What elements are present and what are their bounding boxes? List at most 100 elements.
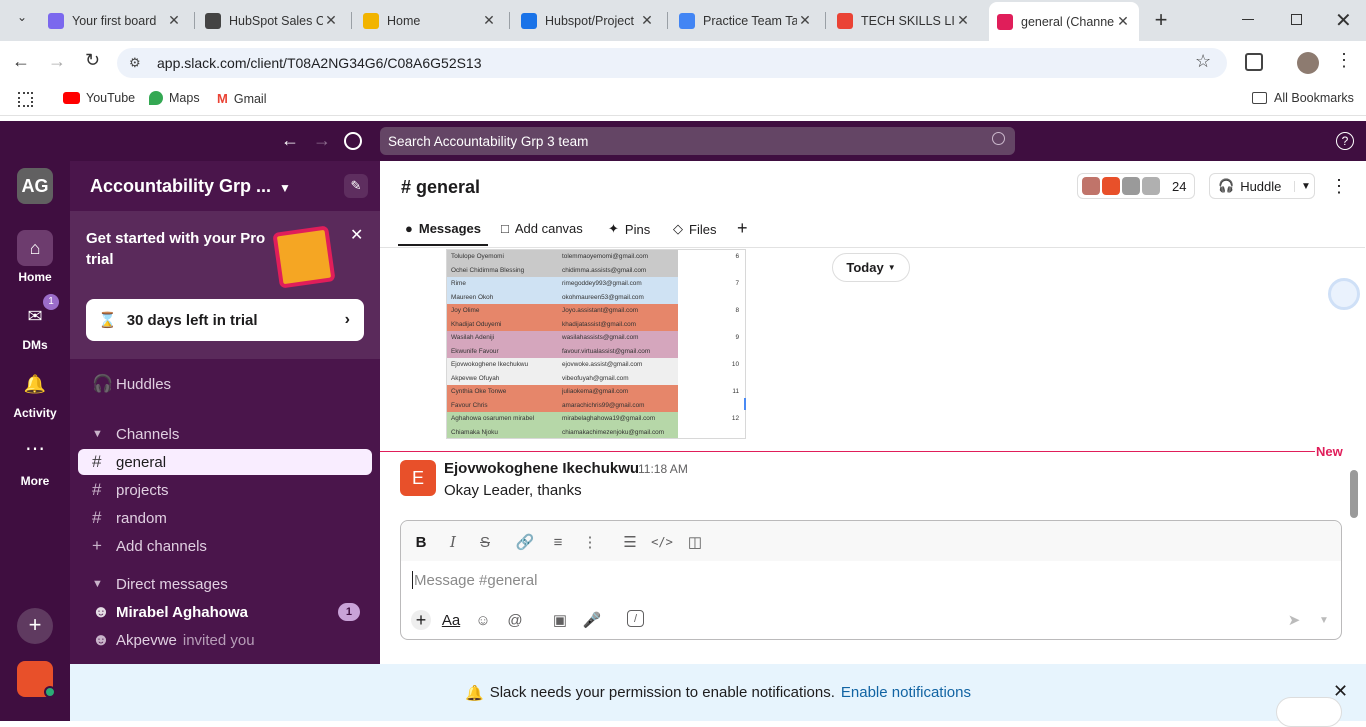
rail-home[interactable]: ⌂ Home xyxy=(0,230,70,284)
omnibox[interactable]: ⚙ app.slack.com/client/T08A2NG34G6/C08A6… xyxy=(117,48,1227,78)
close-window-icon[interactable]: ✕ xyxy=(1335,8,1352,33)
grammarly-icon[interactable] xyxy=(1328,278,1360,310)
create-new-button[interactable]: + xyxy=(17,608,53,644)
history-back-icon[interactable]: ← xyxy=(281,130,299,151)
video-icon[interactable]: ▣ xyxy=(550,610,570,630)
sidebar-item-general[interactable]: # general xyxy=(78,449,372,475)
channel-title[interactable]: # general xyxy=(401,177,480,198)
workspace-name[interactable]: Accountability Grp ... ▼ xyxy=(90,176,291,197)
compose-icon[interactable]: ✎ xyxy=(344,174,368,198)
scrollbar-thumb[interactable] xyxy=(1350,470,1358,518)
bookmark-star-icon[interactable]: ☆ xyxy=(1195,51,1211,72)
search-bar[interactable]: Search Accountability Grp 3 team xyxy=(380,127,1015,155)
link-icon[interactable]: 🔗 xyxy=(515,532,535,552)
tab-close-icon[interactable]: ✕ xyxy=(166,12,182,29)
date-divider-pill[interactable]: Today ▼ xyxy=(832,253,910,282)
forward-icon[interactable]: → xyxy=(48,51,66,72)
browser-tab[interactable]: Home ✕ xyxy=(355,6,505,35)
trial-button[interactable]: ⌛ 30 days left in trial › xyxy=(86,299,364,341)
tab-close-icon[interactable]: ✕ xyxy=(1115,13,1131,30)
back-icon[interactable]: ← xyxy=(12,51,30,72)
message-avatar[interactable]: E xyxy=(400,460,436,496)
tab-close-icon[interactable]: ✕ xyxy=(639,12,655,29)
code-block-icon[interactable]: ◫ xyxy=(685,532,705,552)
browser-menu-icon[interactable]: ⋮ xyxy=(1335,50,1353,71)
dm-item[interactable]: ☻ Akpevwe invited you xyxy=(78,627,372,653)
new-tab-icon[interactable]: + xyxy=(1151,8,1171,32)
grammarly-button[interactable] xyxy=(1276,697,1342,727)
spreadsheet-image[interactable]: Tolulope Oyemomi tolemmaoyemomi@gmail.com… xyxy=(446,249,746,439)
profile-avatar[interactable] xyxy=(1297,52,1319,74)
browser-tab[interactable]: general (Channe ✕ xyxy=(989,2,1139,41)
blockquote-icon[interactable]: ☰ xyxy=(620,532,640,552)
italic-icon[interactable]: I xyxy=(443,532,463,552)
text-format-icon[interactable]: Aa xyxy=(441,610,461,630)
add-tab-icon[interactable]: + xyxy=(737,218,748,239)
tab-close-icon[interactable]: ✕ xyxy=(955,12,971,29)
bullet-list-icon[interactable]: ⋮ xyxy=(580,532,600,552)
rail-more[interactable]: ⋯ More xyxy=(0,434,70,488)
search-icon[interactable] xyxy=(992,132,1005,145)
tab-add-canvas[interactable]: □ Add canvas xyxy=(501,221,583,236)
add-channels-button[interactable]: + Add channels xyxy=(78,533,372,559)
site-info-icon[interactable]: ⚙ xyxy=(129,55,141,71)
bookmark-gmail[interactable]: M Gmail xyxy=(217,91,267,106)
browser-tab[interactable]: TECH SKILLS LIN ✕ xyxy=(829,6,979,35)
restore-icon[interactable] xyxy=(1291,14,1302,25)
microphone-icon[interactable]: 🎤 xyxy=(582,610,602,630)
enable-notifications-link[interactable]: Enable notifications xyxy=(841,684,971,701)
tab-pins[interactable]: ✦ Pins xyxy=(608,221,650,237)
shortcuts-icon[interactable]: / xyxy=(627,610,644,627)
tab-search-icon[interactable]: ⌄ xyxy=(12,10,32,30)
message-author[interactable]: Ejovwokoghene Ikechukwu xyxy=(444,460,639,477)
reload-icon[interactable]: ↻ xyxy=(85,50,100,71)
rail-activity[interactable]: 🔔 Activity xyxy=(0,366,70,420)
minimize-icon[interactable] xyxy=(1242,19,1254,20)
help-icon[interactable]: ? xyxy=(1336,132,1354,150)
strikethrough-icon[interactable]: S xyxy=(475,532,495,552)
tab-files[interactable]: ◇ Files xyxy=(673,221,716,237)
message-timestamp[interactable]: 11:18 AM xyxy=(638,462,688,476)
all-bookmarks[interactable]: All Bookmarks xyxy=(1252,91,1354,105)
browser-tab[interactable]: HubSpot Sales C ✕ xyxy=(197,6,347,35)
bookmark-youtube[interactable]: YouTube xyxy=(63,91,135,105)
history-icon[interactable] xyxy=(344,132,362,150)
plus-icon[interactable]: + xyxy=(411,610,431,630)
tab-close-icon[interactable]: ✕ xyxy=(797,12,813,29)
browser-tab[interactable]: Practice Team Ta ✕ xyxy=(671,6,821,35)
rail-dms[interactable]: ✉ 1 DMs xyxy=(0,294,70,352)
tab-close-icon[interactable]: ✕ xyxy=(481,12,497,29)
apps-grid-icon[interactable] xyxy=(18,92,33,107)
ordered-list-icon[interactable]: ≡ xyxy=(548,532,568,552)
extensions-icon[interactable] xyxy=(1245,53,1263,71)
dm-item[interactable]: ☻ Mirabel Aghahowa 1 xyxy=(78,599,372,625)
workspace-icon[interactable]: AG xyxy=(17,168,53,204)
bookmark-maps[interactable]: Maps xyxy=(149,91,200,105)
composer-input[interactable]: Message #general xyxy=(414,572,1254,589)
hourglass-icon: ⌛ xyxy=(98,312,117,329)
code-icon[interactable]: </> xyxy=(651,532,673,552)
member-avatars[interactable]: 24 xyxy=(1077,173,1195,199)
message-text: Okay Leader, thanks xyxy=(444,482,582,499)
huddle-button[interactable]: 🎧 Huddle ▼ xyxy=(1209,173,1315,199)
sheet-cell-email: chiamakachimezenjoku@gmail.com xyxy=(562,428,665,436)
emoji-icon[interactable]: ☺ xyxy=(473,610,493,630)
sidebar-item-huddles[interactable]: 🎧 Huddles xyxy=(78,371,372,397)
tab-messages[interactable]: ● Messages xyxy=(405,221,481,236)
tab-close-icon[interactable]: ✕ xyxy=(323,12,339,29)
sheet-cell-num: 8 xyxy=(687,304,743,318)
dm-section-header[interactable]: ▼ Direct messages xyxy=(78,571,372,597)
send-options-icon[interactable]: ▼ xyxy=(1314,610,1334,630)
close-promo-icon[interactable]: ✕ xyxy=(350,225,363,245)
sidebar-item-projects[interactable]: # projects xyxy=(78,477,372,503)
send-icon[interactable]: ➤ xyxy=(1284,610,1304,630)
sidebar-item-random[interactable]: # random xyxy=(78,505,372,531)
browser-tab[interactable]: Your first board ✕ xyxy=(40,6,190,35)
browser-tab[interactable]: Hubspot/Project ✕ xyxy=(513,6,663,35)
channels-section-header[interactable]: ▼ Channels xyxy=(78,421,372,447)
url-text[interactable]: app.slack.com/client/T08A2NG34G6/C08A6G5… xyxy=(157,55,482,71)
history-forward-icon[interactable]: → xyxy=(313,130,331,151)
mention-icon[interactable]: @ xyxy=(505,610,525,630)
channel-menu-icon[interactable]: ⋮ xyxy=(1330,176,1348,197)
bold-icon[interactable]: B xyxy=(411,532,431,552)
